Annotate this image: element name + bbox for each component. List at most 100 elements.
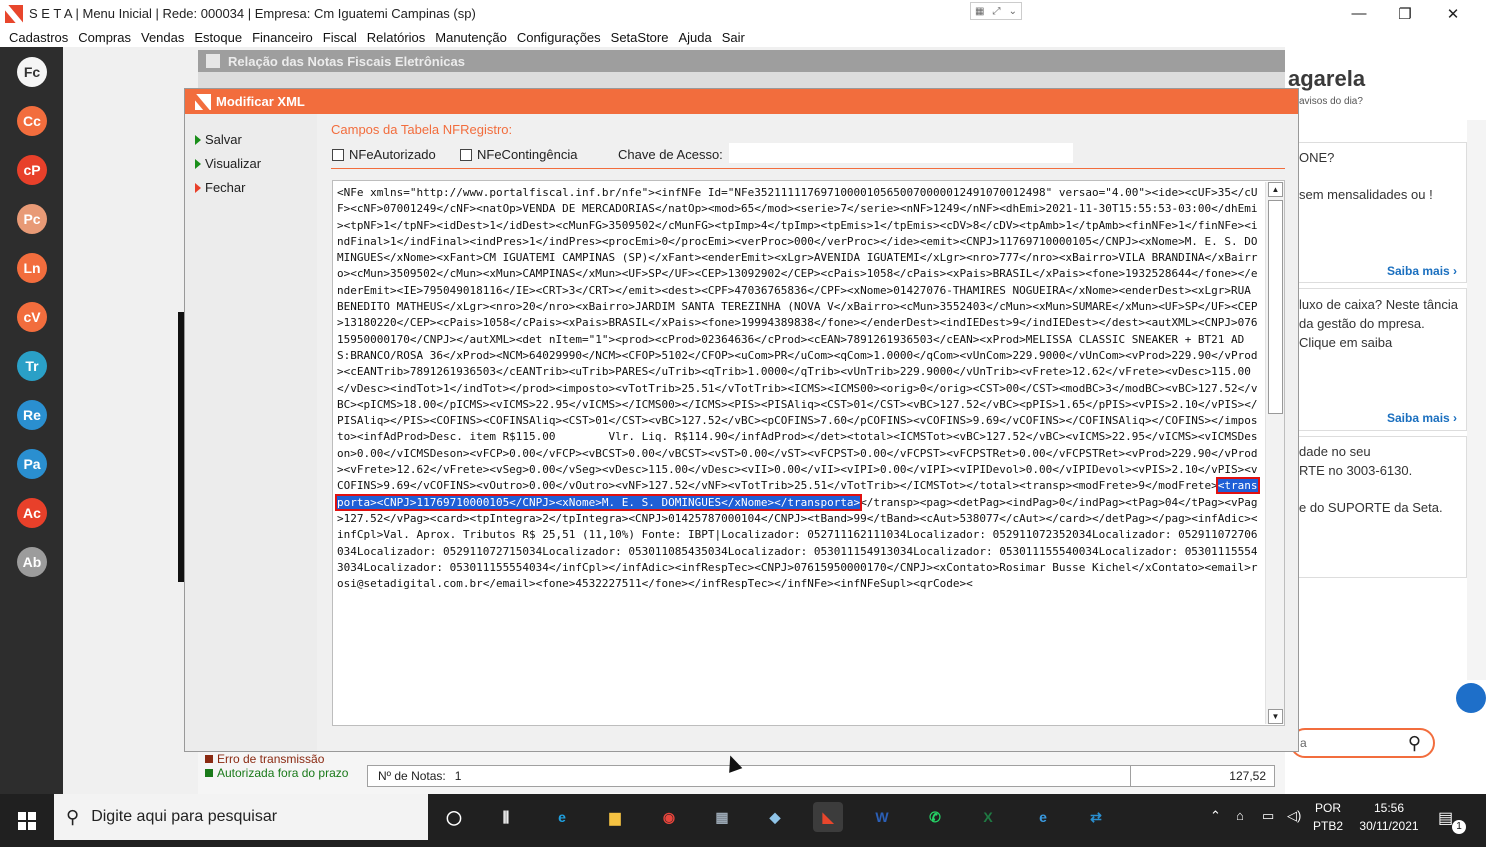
launcher-re-button[interactable]: Re (17, 400, 47, 430)
title-tools[interactable]: ▦ ⤢ ⌄ (970, 2, 1022, 20)
clock-date: 30/11/2021 (1359, 819, 1419, 833)
file-explorer-icon[interactable]: ▆ (600, 802, 630, 832)
seta-app-icon[interactable]: ◣ (813, 802, 843, 832)
menu-fiscal[interactable]: Fiscal (318, 30, 362, 45)
launcher-ac-button[interactable]: Ac (17, 498, 47, 528)
background-window-title-bar: Relação das Notas Fiscais Eletrônicas (198, 50, 1285, 72)
windows-logo-icon (18, 811, 36, 830)
menu-compras[interactable]: Compras (73, 30, 136, 45)
section-divider (331, 168, 1285, 169)
display-icon[interactable]: ▭ (1262, 808, 1274, 824)
notifications-icon[interactable]: ▤ (1438, 808, 1453, 828)
clock-time: 15:56 (1373, 801, 1405, 815)
background-window-title: Relação das Notas Fiscais Eletrônicas (228, 53, 465, 69)
internet-explorer-icon[interactable]: e (1028, 802, 1058, 832)
checkbox-box[interactable] (460, 148, 472, 161)
promo-card-2-link[interactable]: Saiba mais › (1387, 411, 1457, 425)
checkbox-box[interactable] (332, 148, 344, 161)
launcher-tr-button[interactable]: Tr (17, 351, 47, 381)
show-hidden-icons-icon[interactable]: ⌃ (1210, 808, 1221, 824)
launcher-cp-button[interactable]: cP (17, 155, 47, 185)
timeline-icon[interactable]: ⫼ (491, 802, 521, 832)
dialog-logo-icon (195, 93, 211, 110)
access-key-label: Chave de Acesso: (618, 147, 723, 162)
taskbar-search-box[interactable]: ⚲ Digite aqui para pesquisar (54, 794, 428, 840)
view-action[interactable]: Visualizar (195, 156, 261, 171)
invoice-total: 127,52 (1229, 769, 1266, 783)
invoice-status-bar: Nº de Notas: 1 127,52 (367, 765, 1275, 787)
search-icon: ⚲ (66, 806, 80, 827)
close-action[interactable]: Fechar (195, 180, 245, 195)
launcher-fc-button[interactable]: Fc (17, 57, 47, 87)
menu-estoque[interactable]: Estoque (189, 30, 247, 45)
menu-sair[interactable]: Sair (717, 30, 750, 45)
menu-financeiro[interactable]: Financeiro (247, 30, 318, 45)
legend-error: Erro de transmissão (205, 752, 324, 766)
whatsapp-icon[interactable]: ✆ (920, 802, 950, 832)
edge-icon[interactable]: e (547, 802, 577, 832)
launcher-cv-button[interactable]: cV (17, 302, 47, 332)
notification-badge: 1 (1452, 820, 1466, 834)
word-icon[interactable]: W (867, 802, 897, 832)
nfe-authorized-label: NFeAutorizado (349, 147, 436, 162)
legend-error-label: Erro de transmissão (217, 752, 325, 766)
window-title: S E T A | Menu Inicial | Rede: 000034 | … (29, 6, 476, 21)
modify-xml-dialog: Modificar XML Salvar Visualizar Fechar C… (184, 88, 1299, 752)
grid-icon[interactable]: ▦ (975, 6, 984, 17)
minimize-button[interactable]: — (1336, 0, 1382, 27)
xml-editor[interactable]: <NFe xmlns="http://www.portalfiscal.inf.… (332, 180, 1285, 726)
excel-icon[interactable]: X (973, 802, 1003, 832)
nfe-authorized-checkbox[interactable]: NFeAutorizado (332, 147, 436, 162)
nfe-contingency-checkbox[interactable]: NFeContingência (460, 147, 577, 162)
chevron-down-icon[interactable]: ⌄ (1009, 6, 1017, 17)
save-action[interactable]: Salvar (195, 132, 242, 147)
chat-support-icon[interactable] (1456, 683, 1486, 713)
menu-manutencao[interactable]: Manutenção (430, 30, 512, 45)
start-button[interactable] (0, 794, 54, 847)
promo-card-1-body: sem mensalidades ou ! (1299, 187, 1433, 202)
language-indicator[interactable]: POR PTB2 (1311, 799, 1345, 835)
search-icon[interactable]: ⚲ (1408, 733, 1421, 754)
chrome-icon[interactable]: ◉ (654, 802, 684, 832)
xml-text-after: </transp><pag><detPag><indPag>0</indPag>… (337, 495, 1258, 591)
menu-relatorios[interactable]: Relatórios (362, 30, 431, 45)
notes-icon[interactable]: ◆ (760, 802, 790, 832)
promo-card-1-link[interactable]: Saiba mais › (1387, 264, 1457, 278)
menu-cadastros[interactable]: Cadastros (4, 30, 73, 45)
calculator-icon[interactable]: ▦ (707, 802, 737, 832)
xml-vertical-scrollbar[interactable]: ▲ ▼ (1265, 182, 1284, 724)
volume-icon[interactable]: ◁) (1287, 808, 1301, 824)
access-key-input[interactable] (729, 143, 1073, 163)
menu-ajuda[interactable]: Ajuda (673, 30, 716, 45)
menu-vendas[interactable]: Vendas (136, 30, 189, 45)
arrow-right-icon (195, 134, 201, 145)
promo-scrollbar[interactable] (1467, 120, 1486, 680)
restore-button[interactable]: ❐ (1382, 0, 1428, 27)
scroll-thumb[interactable] (1268, 200, 1283, 414)
teamviewer-icon[interactable]: ⇄ (1081, 802, 1111, 832)
launcher-pa-button[interactable]: Pa (17, 449, 47, 479)
clock[interactable]: 15:56 30/11/2021 (1352, 799, 1426, 835)
promo-search-input[interactable]: a ⚲ (1290, 728, 1435, 758)
close-button[interactable]: ✕ (1430, 0, 1476, 27)
window-title-bar: S E T A | Menu Inicial | Rede: 000034 | … (0, 0, 1486, 27)
promo-card-1-title: ONE? (1299, 150, 1335, 165)
launcher-cc-button[interactable]: Cc (17, 106, 47, 136)
scroll-down-icon[interactable]: ▼ (1268, 709, 1283, 724)
launcher-pc-button[interactable]: Pc (17, 204, 47, 234)
menu-configuracoes[interactable]: Configurações (512, 30, 606, 45)
promo-card-3-line-2: RTE no 3003-6130. (1299, 463, 1413, 478)
launcher-ln-button[interactable]: Ln (17, 253, 47, 283)
dialog-title: Modificar XML (216, 94, 305, 109)
menu-setastore[interactable]: SetaStore (606, 30, 674, 45)
network-icon[interactable]: ⌂ (1236, 808, 1244, 823)
view-action-label: Visualizar (205, 156, 262, 171)
invoice-count: Nº de Notas: 1 (368, 766, 1131, 786)
xml-content[interactable]: <NFe xmlns="http://www.portalfiscal.inf.… (335, 185, 1261, 592)
expand-icon[interactable]: ⤢ (993, 6, 1001, 17)
launcher-ab-button[interactable]: Ab (17, 547, 47, 577)
promo-brand-subtitle: avisos do dia? (1299, 96, 1363, 107)
section-title: Campos da Tabela NFRegistro: (331, 122, 513, 137)
scroll-up-icon[interactable]: ▲ (1268, 182, 1283, 197)
task-view-icon[interactable]: ◯ (439, 802, 469, 832)
